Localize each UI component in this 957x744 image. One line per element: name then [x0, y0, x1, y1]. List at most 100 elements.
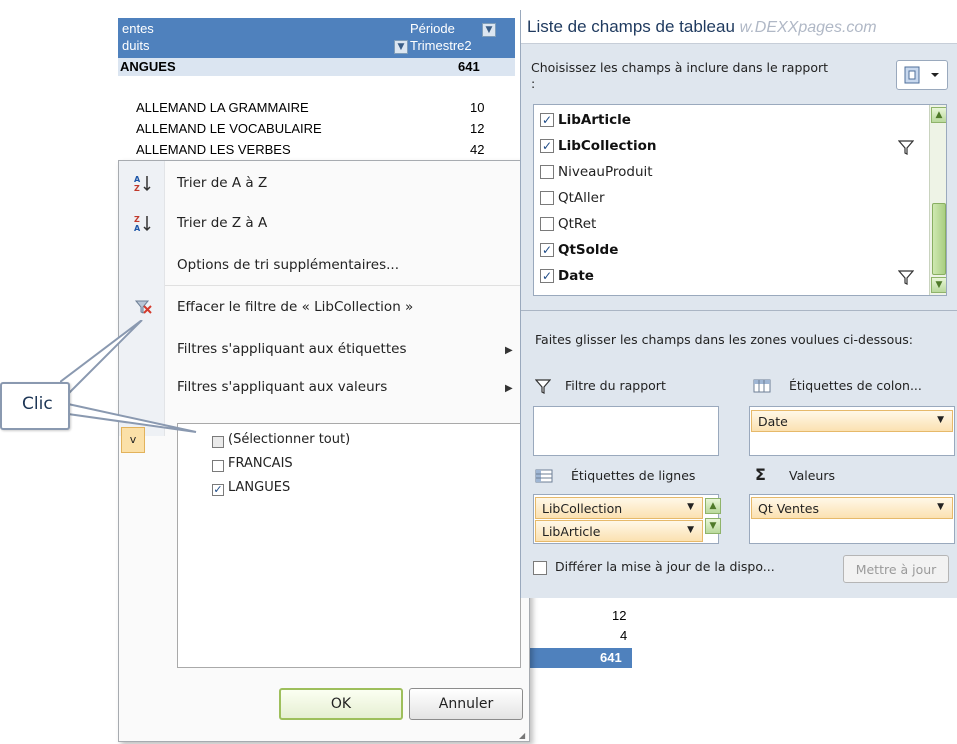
field-checkbox[interactable]	[540, 191, 554, 205]
report-filter-zone[interactable]	[533, 406, 719, 456]
callout-clic: Clic	[0, 382, 70, 430]
row-labels-title: Étiquettes de lignes	[571, 468, 696, 483]
francais-checkbox[interactable]	[212, 460, 224, 472]
defer-update-checkbox[interactable]	[533, 561, 547, 575]
column-field-date[interactable]: Date ▼	[751, 410, 953, 432]
scroll-down-icon[interactable]: ▼	[705, 518, 721, 534]
pivot-group-row	[118, 58, 515, 76]
menu-separator	[165, 285, 525, 286]
menu-sort-a-z[interactable]: Trier de A à Z	[177, 175, 267, 197]
pivot-header-quarter: Trimestre2	[410, 38, 472, 53]
panel-title: Liste de champs de tableau w.DEXXpages.c…	[521, 10, 957, 44]
sort-ascending-icon: AZ	[133, 173, 155, 195]
field-item-qtaller[interactable]: QtAller	[540, 185, 605, 211]
langues-checkbox[interactable]: ✓	[212, 484, 224, 496]
ok-button[interactable]: OK	[279, 688, 403, 720]
row-labels-icon	[535, 468, 553, 488]
value-checklist: (Sélectionner tout) FRANCAIS ✓ LANGUES	[177, 423, 521, 668]
row-label: ALLEMAND LE VOCABULAIRE	[136, 121, 322, 136]
field-item-date[interactable]: ✓ Date	[540, 263, 594, 289]
defer-update-label[interactable]: Différer la mise à jour de la dispo...	[555, 559, 775, 574]
field-checkbox[interactable]: ✓	[540, 113, 554, 127]
group-value: 641	[458, 59, 480, 74]
panel-title-text: Liste de champs de tableau	[527, 17, 735, 36]
langues-label[interactable]: LANGUES	[228, 480, 290, 495]
submenu-arrow-icon: ▶	[505, 383, 513, 394]
choose-fields-instruction: Choisissez les champs à inclure dans le …	[531, 60, 829, 91]
cancel-button[interactable]: Annuler	[409, 688, 523, 720]
scroll-up-icon[interactable]: ▲	[705, 498, 721, 514]
row-label: ALLEMAND LES VERBES	[136, 142, 291, 157]
menu-value-filters[interactable]: Filtres s'appliquant aux valeurs	[177, 379, 387, 401]
field-item-qtret[interactable]: QtRet	[540, 211, 596, 237]
group-label: ANGUES	[120, 59, 176, 74]
pivot-header-left-1: entes	[122, 21, 154, 36]
field-checkbox[interactable]	[540, 217, 554, 231]
callout-pointer	[60, 320, 197, 433]
row-label: ALLEMAND LA GRAMMAIRE	[136, 100, 309, 115]
field-label: LibArticle	[558, 112, 631, 128]
scroll-thumb[interactable]	[932, 203, 946, 275]
field-item-libarticle[interactable]: ✓ LibArticle	[540, 107, 631, 133]
field-checkbox[interactable]: ✓	[540, 269, 554, 283]
field-checkbox[interactable]	[540, 165, 554, 179]
submenu-arrow-icon: ▶	[505, 345, 513, 356]
menu-label-filters[interactable]: Filtres s'appliquant aux étiquettes	[177, 341, 406, 363]
svg-text:Z: Z	[134, 215, 140, 224]
watermark: w.DEXXpages.com	[739, 19, 877, 36]
pivot-header-period: Période	[410, 21, 455, 36]
menu-clear-filter[interactable]: Effacer le filtre de « LibCollection »	[177, 299, 413, 321]
column-labels-title: Étiquettes de colon...	[789, 378, 922, 393]
field-list-box: ✓ LibArticle ✓ LibCollection NiveauProduit…	[533, 104, 947, 296]
field-checkbox[interactable]: ✓	[540, 243, 554, 257]
row-value: 10	[470, 100, 485, 115]
select-all-checkbox[interactable]	[212, 436, 224, 448]
scroll-down-icon[interactable]: ▼	[931, 277, 946, 293]
scroll-up-icon[interactable]: ▲	[931, 107, 946, 123]
menu-sort-z-a[interactable]: Trier de Z à A	[177, 215, 267, 237]
sigma-icon: Σ	[755, 465, 766, 484]
francais-label[interactable]: FRANCAIS	[228, 456, 293, 471]
row-field-libcollection[interactable]: LibCollection ▼	[535, 497, 703, 519]
filter-funnel-icon	[897, 139, 915, 159]
panel-splitter[interactable]	[521, 310, 957, 311]
column-labels-icon	[753, 378, 771, 398]
layout-icon	[904, 66, 939, 84]
field-label: NiveauProduit	[558, 164, 653, 180]
report-filter-title: Filtre du rapport	[565, 378, 666, 393]
dropdown-arrow-icon[interactable]: ▼	[937, 415, 944, 425]
pill-label: LibCollection	[542, 501, 623, 516]
dropdown-arrow-icon[interactable]: ▼	[687, 502, 694, 512]
field-checkbox[interactable]: ✓	[540, 139, 554, 153]
field-label: QtAller	[558, 190, 605, 206]
field-item-libcollection[interactable]: ✓ LibCollection	[540, 133, 656, 159]
dropdown-arrow-icon[interactable]: ▼	[687, 525, 694, 535]
filter-context-menu: AZ Trier de A à Z ZA Trier de Z à A Opti…	[118, 160, 530, 742]
drag-fields-instruction: Faites glisser les champs dans les zones…	[535, 332, 913, 347]
field-item-qtsolde[interactable]: ✓ QtSolde	[540, 237, 618, 263]
pivot-bottom-value: 12	[612, 608, 627, 623]
row-value: 42	[470, 142, 485, 157]
values-title: Valeurs	[789, 468, 835, 483]
svg-text:A: A	[134, 175, 141, 184]
pivot-total-value: 641	[600, 650, 622, 665]
field-label: QtSolde	[558, 242, 619, 258]
report-filter-icon	[534, 378, 552, 398]
pill-label: Qt Ventes	[758, 501, 820, 516]
values-field-qt-ventes[interactable]: Qt Ventes ▼	[751, 497, 953, 519]
field-item-niveauproduit[interactable]: NiveauProduit	[540, 159, 653, 185]
layout-options-button[interactable]	[896, 60, 948, 90]
pill-label: Date	[758, 414, 788, 429]
dropdown-arrow-icon[interactable]: ▼	[937, 502, 944, 512]
menu-more-sort-options[interactable]: Options de tri supplémentaires...	[177, 257, 399, 279]
pill-label: LibArticle	[542, 524, 601, 539]
row-field-libarticle[interactable]: LibArticle ▼	[535, 520, 703, 542]
update-button[interactable]: Mettre à jour	[843, 555, 949, 583]
row-filter-button[interactable]: ▼	[394, 40, 408, 54]
select-all-label[interactable]: (Sélectionner tout)	[228, 432, 350, 447]
field-list-scrollbar[interactable]: ▲ ▼	[929, 105, 946, 295]
period-filter-button[interactable]: ▼	[482, 23, 496, 37]
svg-text:Z: Z	[134, 184, 140, 193]
resize-grip-icon[interactable]: ◢	[519, 731, 525, 740]
svg-text:A: A	[134, 224, 141, 233]
